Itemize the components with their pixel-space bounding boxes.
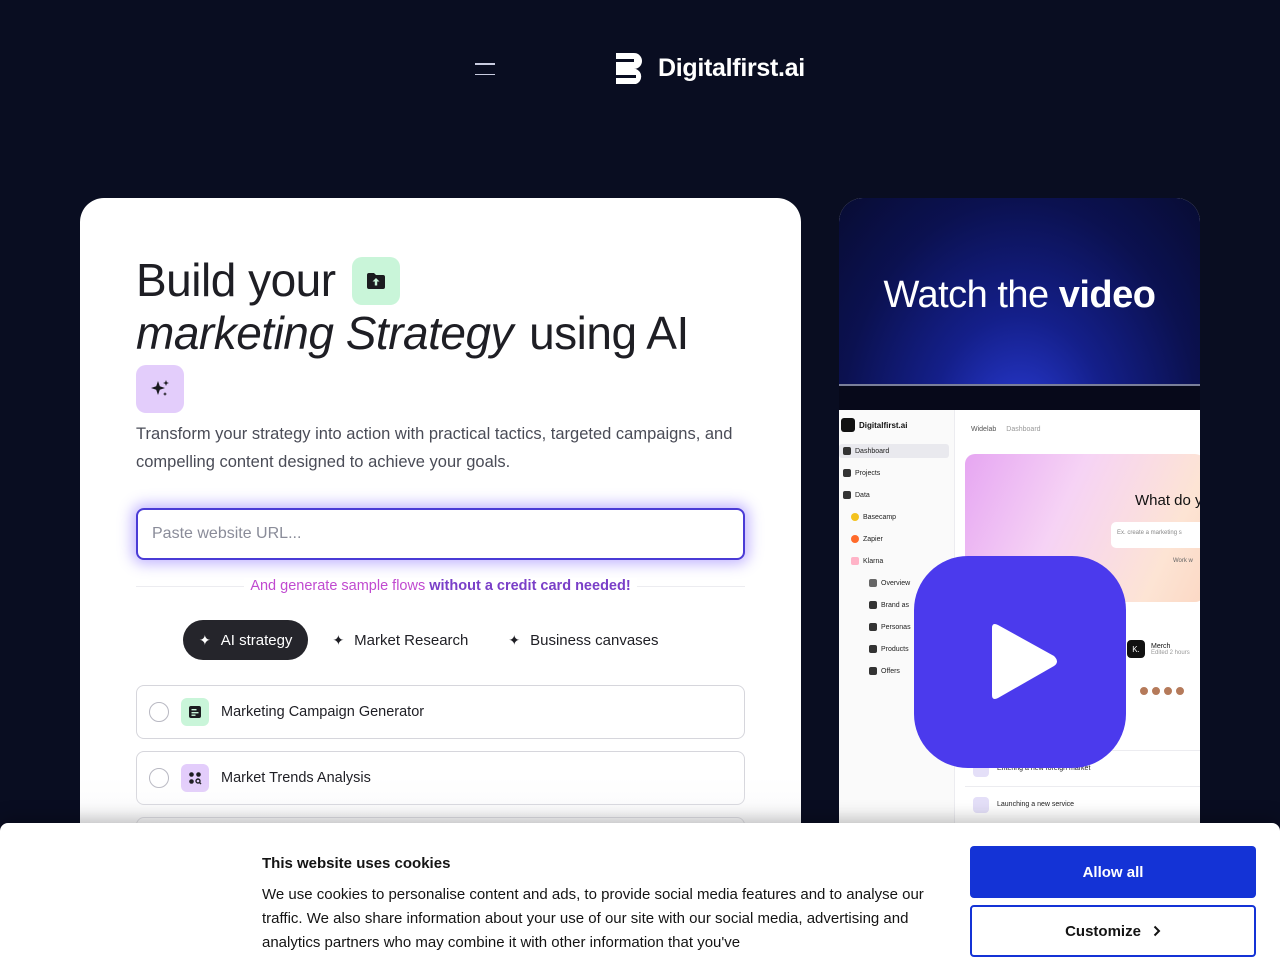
tab-business-canvases[interactable]: ✦ Business canvases: [492, 620, 674, 660]
tab-label: Business canvases: [530, 631, 659, 649]
option-marketing-campaign-generator[interactable]: Marketing Campaign Generator: [136, 685, 745, 739]
option-radio[interactable]: [149, 702, 169, 722]
tab-market-research[interactable]: ✦ Market Research: [316, 620, 484, 660]
cookie-title: This website uses cookies: [262, 855, 451, 872]
folder-upload-icon: [351, 256, 400, 305]
avatar-group: [1139, 686, 1185, 696]
app-side-item: Overview: [869, 576, 910, 590]
customize-label: Customize: [1065, 922, 1141, 940]
hero-subtitle: Transform your strategy into action with…: [136, 425, 733, 471]
play-video-button[interactable]: [914, 556, 1126, 768]
watch-bold: video: [1058, 274, 1156, 316]
app-row: Launching a new service: [965, 786, 1200, 822]
hamburger-menu-icon[interactable]: [470, 56, 500, 82]
video-header: Watch the video: [839, 198, 1200, 410]
app-side-item: Offers: [869, 664, 900, 678]
app-side-item: Products: [869, 642, 909, 656]
no-credit-card-note: And generate sample flows without a cred…: [136, 576, 745, 596]
sparkle-icon: ✦: [199, 631, 211, 648]
app-breadcrumb: Widelab Dashboard: [971, 426, 1041, 433]
tab-ai-strategy[interactable]: ✦ AI strategy: [183, 620, 309, 660]
play-icon: [992, 624, 1057, 699]
app-side-item: Zapier: [851, 532, 883, 546]
sparkle-icon: ✦: [508, 631, 521, 648]
strategy-tabs: ✦ AI strategy ✦ Market Research ✦ Busine…: [183, 620, 675, 660]
title-part2: using AI: [529, 307, 689, 359]
note-plain: And generate sample flows: [250, 578, 426, 594]
video-progress-bar: [839, 384, 1200, 410]
campaign-icon: [181, 698, 209, 726]
sparkle-icon: ✦: [332, 631, 345, 648]
website-url-input[interactable]: [136, 508, 745, 560]
watch-video-heading: Watch the video: [839, 274, 1200, 317]
logo-mark-icon: [616, 53, 642, 84]
note-bold: without a credit card needed!: [429, 578, 631, 594]
app-side-item: Brand as: [869, 598, 909, 612]
app-side-item: Personas: [869, 620, 911, 634]
chevron-right-icon: [1153, 925, 1161, 937]
app-merch-item: K. Merch Edited 2 hours: [1127, 640, 1190, 658]
hero-title: Build your marketing Strategy using AI: [136, 254, 756, 418]
app-side-item: Klarna: [851, 554, 883, 568]
allow-all-button[interactable]: Allow all: [970, 846, 1256, 898]
app-side-item: Dashboard: [839, 444, 949, 458]
app-side-item: Basecamp: [851, 510, 896, 524]
cookie-banner: This website uses cookies We use cookies…: [0, 823, 1280, 960]
sparkle-icon: [136, 365, 184, 413]
title-italic: marketing Strategy: [136, 307, 514, 359]
customize-button[interactable]: Customize: [970, 905, 1256, 957]
site-header: Digitalfirst.ai: [0, 0, 1280, 140]
brand-name: Digitalfirst.ai: [658, 53, 805, 82]
tab-label: Market Research: [354, 631, 469, 649]
title-part1: Build your: [136, 254, 336, 306]
brand-logo[interactable]: Digitalfirst.ai: [614, 50, 805, 86]
tab-label: AI strategy: [220, 631, 293, 649]
app-side-item: Projects: [843, 466, 880, 480]
app-logo-icon: [841, 418, 855, 432]
cookie-body: We use cookies to personalise content an…: [262, 886, 924, 951]
hero-card: Build your marketing Strategy using AI T…: [80, 198, 801, 898]
watch-plain: Watch the: [883, 274, 1050, 316]
option-label: Marketing Campaign Generator: [221, 704, 425, 720]
app-side-item: Data: [843, 488, 870, 502]
app-brand: Digitalfirst.ai: [841, 418, 907, 432]
